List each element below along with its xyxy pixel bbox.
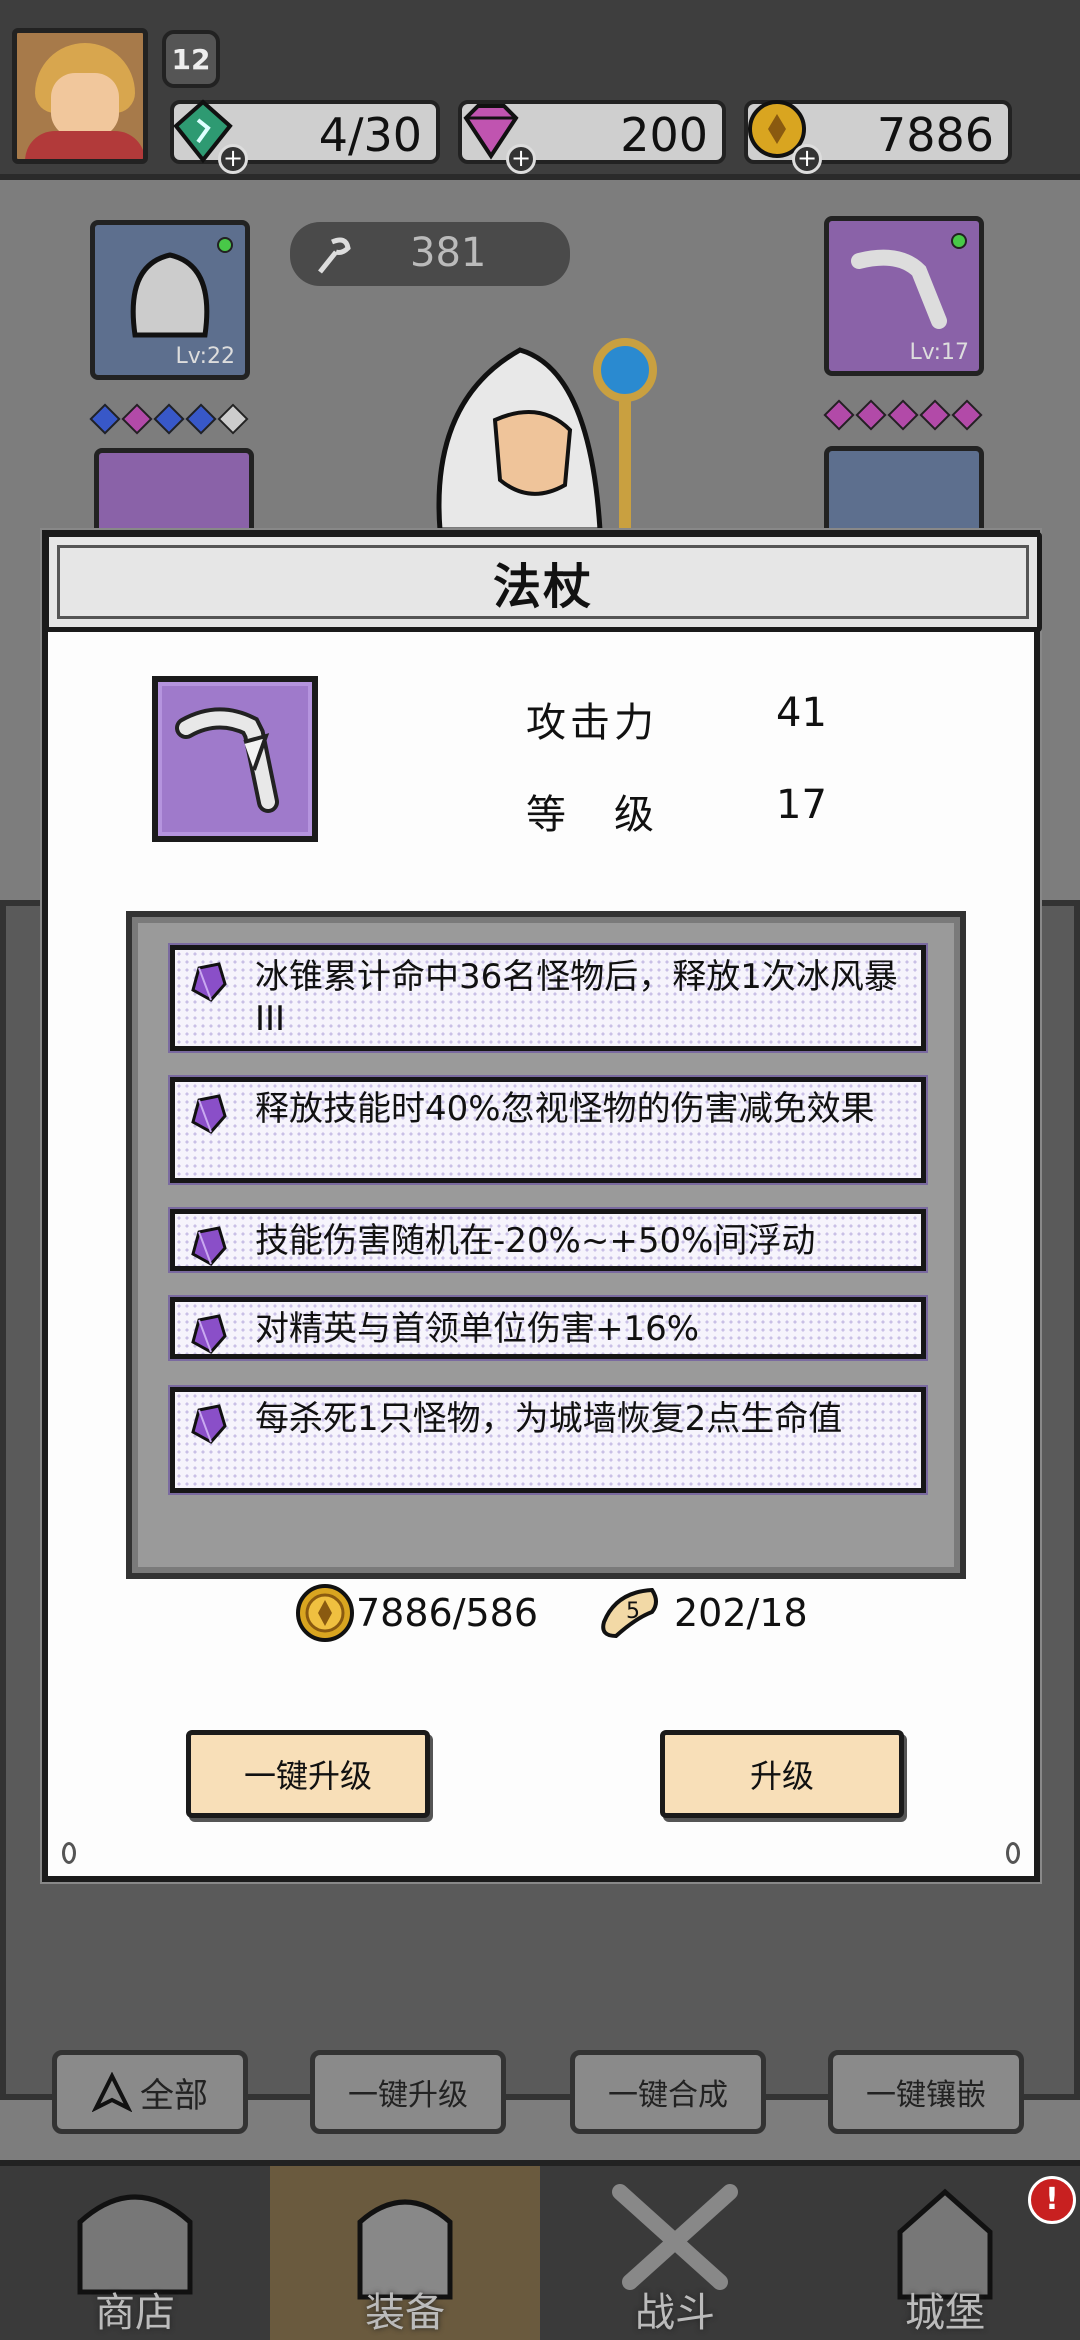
staff-icon bbox=[175, 707, 279, 813]
energy-counter: + 4/30 bbox=[170, 99, 440, 174]
left-gem-sockets bbox=[89, 403, 249, 435]
item-icon bbox=[152, 676, 318, 842]
slot-ready-dot bbox=[951, 233, 967, 249]
nav-battle-label: 战斗 bbox=[635, 2290, 715, 2336]
dialog-corner-ornament bbox=[1006, 1842, 1020, 1864]
filter-all-label: 全部 bbox=[140, 2075, 208, 2116]
affix-panel: 冰锥累计命中36名怪物后，释放1次冰风暴III 释放技能时40%忽视怪物的伤害减… bbox=[126, 911, 966, 1579]
affix-text: 对精英与首领单位伤害+16% bbox=[255, 1309, 700, 1349]
power-value: 381 bbox=[410, 230, 487, 276]
affix-text: 冰锥累计命中36名怪物后，释放1次冰风暴III bbox=[255, 957, 898, 1039]
equip-slot-weapon[interactable]: Lv:17 bbox=[824, 216, 984, 376]
equip-slot-armor[interactable] bbox=[94, 448, 254, 538]
dialog-title: 法杖 bbox=[492, 559, 593, 615]
merge-all-label: 一键合成 bbox=[608, 2078, 728, 2113]
purple-gem-icon bbox=[191, 1404, 227, 1444]
player-level-badge: 12 bbox=[162, 30, 220, 88]
slot-ready-dot bbox=[217, 237, 233, 253]
coin-icon bbox=[296, 1584, 354, 1642]
energy-add-button[interactable]: + bbox=[218, 144, 248, 174]
nav-shop[interactable]: 商店 bbox=[0, 2166, 270, 2340]
affix-text: 每杀死1只怪物，为城墙恢复2点生命值 bbox=[255, 1399, 843, 1439]
affix-item: 释放技能时40%忽视怪物的伤害减免效果 bbox=[170, 1077, 926, 1183]
triangle-filter-icon bbox=[92, 2072, 132, 2112]
scroll-cost: 5 202/18 bbox=[596, 1578, 808, 1648]
purple-gem-icon bbox=[191, 1226, 227, 1266]
gem-add-button[interactable]: + bbox=[506, 144, 536, 174]
affix-text: 技能伤害随机在-20%~+50%间浮动 bbox=[255, 1221, 816, 1261]
coin-counter: + 7886 bbox=[744, 100, 1012, 174]
purple-gem-icon bbox=[191, 1094, 227, 1134]
upgrade-all-button[interactable]: 一键升级 bbox=[310, 2050, 506, 2134]
castle-alert-badge: ! bbox=[1028, 2176, 1076, 2224]
coin-value: 7886 bbox=[876, 108, 994, 162]
stat-value: 41 bbox=[776, 690, 827, 736]
affix-item: 技能伤害随机在-20%~+50%间浮动 bbox=[170, 1209, 926, 1271]
player-avatar[interactable] bbox=[12, 28, 148, 164]
inventory-actions: 全部 一键升级 一键合成 一键镶嵌 bbox=[0, 2040, 1080, 2150]
equip-slot-ring[interactable] bbox=[824, 446, 984, 536]
stat-value: 17 bbox=[776, 782, 827, 828]
slot-level: Lv:17 bbox=[909, 340, 969, 365]
scroll-icon: 5 bbox=[601, 1587, 658, 1639]
energy-value: 4/30 bbox=[318, 108, 422, 162]
stat-level: 等 级 17 bbox=[526, 782, 827, 840]
coin-cost: 7886/586 bbox=[294, 1578, 538, 1648]
gem-counter: + 200 bbox=[458, 100, 726, 174]
item-detail-dialog: 法杖 攻击力 41 等 级 17 冰锥累计命中36名怪物后，释放1次冰风暴III… bbox=[42, 530, 1042, 1882]
mage-character-icon bbox=[436, 338, 657, 530]
affix-item: 对精英与首领单位伤害+16% bbox=[170, 1297, 926, 1359]
slot-level: Lv:22 bbox=[175, 344, 235, 369]
coin-cost-value: 7886/586 bbox=[356, 1591, 539, 1635]
purple-gem-icon bbox=[191, 962, 227, 1002]
inlay-all-label: 一键镶嵌 bbox=[866, 2078, 986, 2113]
nav-castle-label: 城堡 bbox=[905, 2290, 985, 2336]
nav-equip[interactable]: 装备 bbox=[270, 2166, 540, 2340]
dialog-header: 法杖 bbox=[44, 532, 1042, 632]
nav-castle[interactable]: 城堡 ! bbox=[810, 2166, 1080, 2340]
filter-all-button[interactable]: 全部 bbox=[52, 2050, 248, 2134]
affix-item: 每杀死1只怪物，为城墙恢复2点生命值 bbox=[170, 1387, 926, 1493]
scroll-cost-value: 202/18 bbox=[674, 1591, 808, 1635]
inlay-all-button[interactable]: 一键镶嵌 bbox=[828, 2050, 1024, 2134]
top-bar: 12 + 4/30 + 200 + 7886 bbox=[0, 0, 1080, 180]
stat-label: 等 级 bbox=[526, 792, 658, 838]
affix-item: 冰锥累计命中36名怪物后，释放1次冰风暴III bbox=[170, 945, 926, 1051]
gem-value: 200 bbox=[620, 108, 708, 162]
upgrade-label: 升级 bbox=[749, 1757, 814, 1795]
nav-equip-label: 装备 bbox=[365, 2290, 445, 2336]
nav-shop-label: 商店 bbox=[95, 2290, 175, 2336]
purple-gem-icon bbox=[191, 1314, 227, 1354]
equip-slot-helmet[interactable]: Lv:22 bbox=[90, 220, 250, 380]
right-gem-sockets bbox=[823, 399, 983, 431]
nav-battle[interactable]: 战斗 bbox=[540, 2166, 810, 2340]
svg-text:5: 5 bbox=[626, 1599, 640, 1624]
bottom-nav: 商店 装备 战斗 城堡 ! bbox=[0, 2160, 1080, 2340]
one-click-upgrade-button[interactable]: 一键升级 bbox=[186, 1730, 430, 1818]
power-indicator: 381 bbox=[290, 222, 570, 286]
merge-all-button[interactable]: 一键合成 bbox=[570, 2050, 766, 2134]
dialog-corner-ornament bbox=[62, 1842, 76, 1864]
coin-add-button[interactable]: + bbox=[792, 144, 822, 174]
stat-label: 攻击力 bbox=[526, 700, 658, 746]
upgrade-all-label: 一键升级 bbox=[348, 2078, 468, 2113]
staff-power-icon bbox=[318, 237, 351, 274]
stat-attack: 攻击力 41 bbox=[526, 690, 827, 748]
one-click-upgrade-label: 一键升级 bbox=[243, 1757, 372, 1795]
affix-text: 释放技能时40%忽视怪物的伤害减免效果 bbox=[255, 1089, 875, 1129]
upgrade-button[interactable]: 升级 bbox=[660, 1730, 904, 1818]
